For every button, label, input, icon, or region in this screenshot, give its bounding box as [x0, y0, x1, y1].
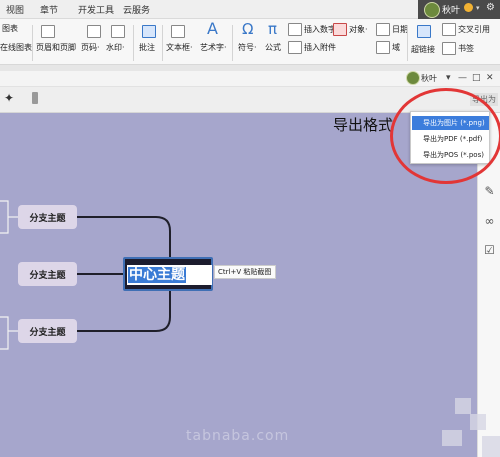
avatar[interactable] [424, 2, 440, 18]
menu-tab-view[interactable]: 视图 [6, 3, 24, 16]
watermark-label: 水印· [106, 43, 125, 52]
divider [32, 25, 33, 61]
chevron-down-icon[interactable]: ▾ [476, 4, 480, 12]
divider [407, 25, 408, 61]
branch-stub-bottom [0, 316, 9, 350]
settings-icon[interactable]: ⚙ [486, 2, 495, 13]
textbox-icon [171, 25, 185, 38]
page-number-label: 页码· [81, 43, 100, 52]
center-topic-label: 中心主题 [128, 267, 186, 283]
online-chart-button[interactable]: 在线图表 [0, 42, 32, 53]
page-number-icon [87, 25, 101, 38]
comment-icon [142, 25, 156, 38]
formula-icon: π [268, 20, 278, 38]
user-name[interactable]: 秋叶 [421, 73, 437, 84]
user-area[interactable]: 秋叶 ▾ ⚙ [418, 0, 500, 19]
bookmark-button[interactable]: 书签 [442, 42, 474, 55]
blur-block [470, 414, 486, 430]
annotation-circle [390, 88, 500, 184]
textbox-label: 文本框· [166, 43, 193, 52]
object-button[interactable]: 对象· [333, 23, 368, 36]
edit-note-icon[interactable]: ✎ [483, 185, 496, 198]
maximize-icon[interactable]: □ [472, 73, 481, 83]
branch-topic-2[interactable]: 分支主题 [18, 262, 77, 286]
cross-ref-label: 交叉引用 [458, 25, 490, 34]
textbox-button[interactable]: 文本框· [166, 42, 193, 53]
blur-block [455, 398, 471, 414]
divider [162, 25, 163, 61]
watermark-button[interactable]: 水印· [106, 42, 125, 53]
magic-wand-icon[interactable]: ✦ [4, 91, 14, 105]
close-icon[interactable]: ✕ [486, 73, 494, 83]
header-footer-button[interactable]: 页眉和页脚 [36, 42, 76, 53]
comment-label: 批注 [139, 43, 155, 52]
paste-hint: Ctrl+V 粘贴截图 [214, 265, 276, 279]
hyperlink-label: 超链接 [411, 45, 435, 54]
center-topic[interactable]: 中心主题 [123, 257, 213, 291]
wordart-button[interactable]: 艺术字· [200, 42, 227, 53]
divider [232, 25, 233, 61]
connector-top [77, 216, 171, 259]
clipboard-check-icon[interactable]: ☑ [483, 244, 496, 257]
field-button[interactable]: 域 [376, 41, 400, 54]
user-name[interactable]: 秋叶 [442, 3, 460, 16]
format-painter-icon[interactable] [32, 92, 38, 104]
menu-tab-cloud[interactable]: 云服务 [123, 3, 150, 16]
header-footer-label: 页眉和页脚 [36, 43, 76, 52]
cross-ref-button[interactable]: 交叉引用 [442, 23, 490, 36]
field-label: 域 [392, 43, 400, 52]
bookmark-label: 书签 [458, 44, 474, 53]
blur-block [482, 436, 500, 457]
annotation-label: 导出格式 [333, 116, 394, 134]
online-chart-label: 在线图表 [0, 43, 32, 52]
branch-topic-1[interactable]: 分支主题 [18, 205, 77, 229]
ribbon: 图表 在线图表 页眉和页脚 页码· 水印· 批注 文本框· A 艺术字· Ω 符… [0, 19, 500, 65]
date-button[interactable]: 日期 [376, 23, 408, 36]
symbol-icon: Ω [242, 20, 254, 38]
chart-button[interactable]: 图表 [2, 23, 18, 34]
formula-label: 公式 [265, 43, 281, 52]
divider [133, 25, 134, 61]
insert-attachment-label: 插入附件 [304, 43, 336, 52]
insert-attachment-button[interactable]: 插入附件 [288, 41, 336, 54]
connector-bottom [77, 291, 171, 332]
symbol-button[interactable]: 符号· [238, 42, 257, 53]
center-topic-editor[interactable]: 中心主题 [127, 265, 212, 285]
wordart-label: 艺术字· [200, 43, 227, 52]
mindmap-title-bar: 秋叶 ▾ — □ ✕ [0, 71, 500, 87]
chevron-down-icon[interactable]: ▾ [446, 73, 451, 83]
insert-number-label: 插入数字 [304, 25, 336, 34]
watermark-icon [111, 25, 125, 38]
date-label: 日期 [392, 25, 408, 34]
minimize-icon[interactable]: — [458, 73, 467, 83]
hyperlink-button[interactable]: 超链接 [411, 44, 435, 55]
menu-tab-section[interactable]: 章节 [40, 3, 58, 16]
hyperlink-icon [417, 25, 431, 38]
coin-icon [464, 3, 473, 12]
link-icon[interactable]: ∞ [483, 215, 496, 228]
symbol-label: 符号· [238, 43, 257, 52]
wordart-icon: A [207, 19, 218, 38]
chart-label: 图表 [2, 24, 18, 33]
object-label: 对象· [349, 25, 368, 34]
branch-topic-3[interactable]: 分支主题 [18, 319, 77, 343]
header-footer-icon [41, 25, 55, 38]
menu-tab-developer[interactable]: 开发工具 [78, 3, 114, 16]
watermark-text: tabnaba.com [186, 428, 290, 444]
formula-button[interactable]: 公式 [265, 42, 281, 53]
blur-block [442, 430, 462, 446]
comment-button[interactable]: 批注 [139, 42, 155, 53]
insert-number-button[interactable]: 插入数字 [288, 23, 336, 36]
avatar[interactable] [406, 71, 420, 85]
branch-stub-top [0, 200, 9, 234]
page-number-button[interactable]: 页码· [81, 42, 100, 53]
